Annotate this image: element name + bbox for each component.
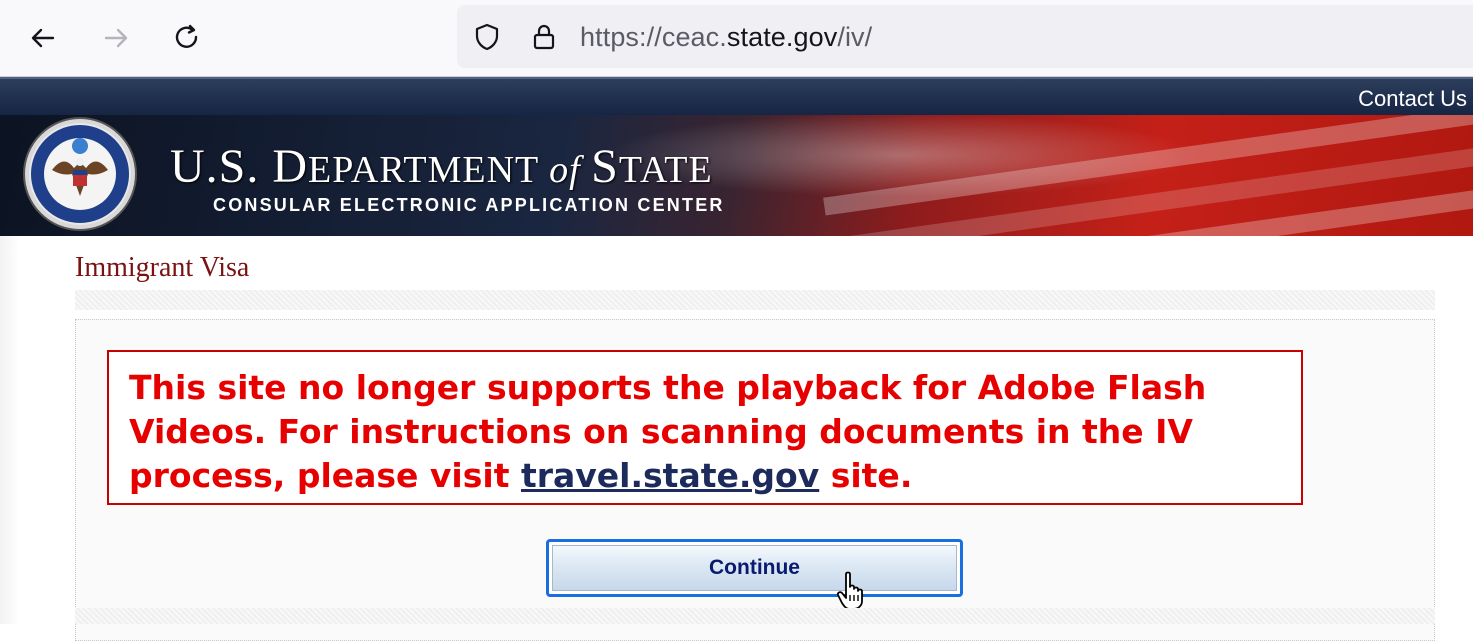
continue-button[interactable]: Continue [546,539,963,597]
forward-button[interactable] [96,18,136,58]
back-arrow-icon [31,28,55,48]
reload-button[interactable] [167,18,207,58]
dept-title-part: EPARTMENT [308,149,550,191]
lock-icon[interactable] [529,22,559,52]
url-text[interactable]: https://ceac.state.gov/iv/ [580,22,872,53]
contact-us-link[interactable]: Contact Us [1358,86,1467,112]
left-shade [0,236,20,624]
notice-text-after: site. [819,456,913,495]
flash-notice-box: This site no longer supports the playbac… [107,350,1303,505]
url-path: /iv/ [837,22,873,52]
url-host: state.gov [726,22,838,52]
site-top-bar: Contact Us [0,77,1473,117]
bottom-separator [75,608,1435,624]
site-banner: U.S. DEPARTMENT of STATE CONSULAR ELECTR… [0,115,1473,236]
forward-arrow-icon [104,28,128,48]
dept-title-part: TATE [618,149,713,191]
browser-toolbar: https://ceac.state.gov/iv/ [0,0,1473,77]
address-bar[interactable]: https://ceac.state.gov/iv/ [457,5,1473,68]
department-of-state-seal-icon[interactable] [18,116,150,236]
reload-icon [175,24,198,48]
page-title: Immigrant Visa [75,252,250,283]
shield-icon[interactable] [472,22,502,52]
dept-title-part: of [549,149,592,191]
dept-title-part: U.S. D [170,140,309,193]
dept-title-part: S [591,140,619,193]
flash-notice-text: This site no longer supports the playbac… [129,366,1289,498]
back-button[interactable] [23,18,63,58]
title-separator [75,290,1435,310]
url-prefix: https://ceac. [580,22,727,52]
travel-state-gov-link[interactable]: travel.state.gov [521,456,819,495]
department-title: U.S. DEPARTMENT of STATE [170,139,713,194]
hand-pointer-cursor-icon [836,571,863,610]
ceac-subtitle: CONSULAR ELECTRONIC APPLICATION CENTER [213,195,725,215]
continue-button-label: Continue [552,545,957,591]
